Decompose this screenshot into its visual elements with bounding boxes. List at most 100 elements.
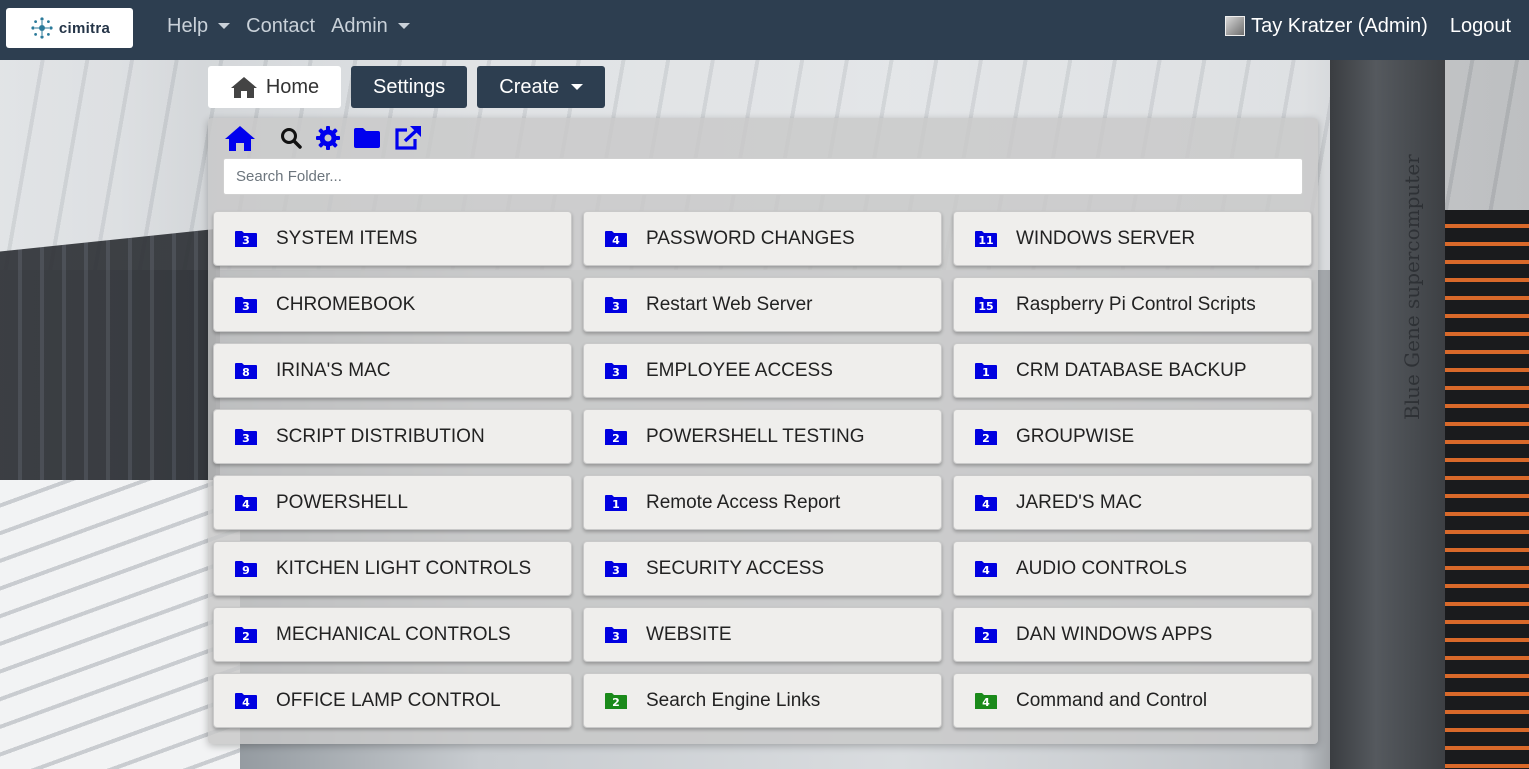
- folder-tile[interactable]: 2 Search Engine Links: [583, 673, 942, 728]
- folder-icon: 15: [974, 296, 998, 314]
- folder-label: AUDIO CONTROLS: [1016, 557, 1188, 579]
- folder-icon: 2: [604, 692, 628, 710]
- home-button[interactable]: Home: [208, 66, 341, 108]
- folder-label: Raspberry Pi Control Scripts: [1016, 293, 1256, 315]
- folder-label: OFFICE LAMP CONTROL: [276, 689, 501, 711]
- folder-tile[interactable]: 3 EMPLOYEE ACCESS: [583, 343, 942, 398]
- folder-tile[interactable]: 4 AUDIO CONTROLS: [953, 541, 1312, 596]
- folder-icon: 3: [604, 626, 628, 644]
- logout-link[interactable]: Logout: [1450, 15, 1511, 38]
- folder-tile[interactable]: 11 WINDOWS SERVER: [953, 211, 1312, 266]
- folder-tile[interactable]: 4 PASSWORD CHANGES: [583, 211, 942, 266]
- folder-item-count: 4: [982, 497, 990, 511]
- nav-contact-link[interactable]: Contact: [246, 15, 315, 38]
- folder-tile[interactable]: 3 CHROMEBOOK: [213, 277, 572, 332]
- folder-item-count: 3: [242, 299, 250, 313]
- folder-label: Restart Web Server: [646, 293, 813, 315]
- user-name: Tay Kratzer (Admin): [1251, 14, 1428, 37]
- folder-tile[interactable]: 8 IRINA'S MAC: [213, 343, 572, 398]
- folder-icon: 3: [234, 428, 258, 446]
- folder-tile[interactable]: 4 Command and Control: [953, 673, 1312, 728]
- background-cables: [1445, 210, 1529, 769]
- folder-label: SYSTEM ITEMS: [276, 227, 418, 249]
- folder-item-count: 2: [612, 431, 620, 445]
- folder-tile[interactable]: 4 OFFICE LAMP CONTROL: [213, 673, 572, 728]
- folder-tile[interactable]: 2 POWERSHELL TESTING: [583, 409, 942, 464]
- cimitra-logo-icon: [31, 17, 53, 39]
- folder-tile[interactable]: 3 SYSTEM ITEMS: [213, 211, 572, 266]
- folder-item-count: 3: [612, 299, 620, 313]
- folder-label: POWERSHELL: [276, 491, 408, 513]
- folder-item-count: 3: [612, 365, 620, 379]
- folder-label: Command and Control: [1016, 689, 1208, 711]
- background-floor: [0, 480, 240, 769]
- folder-item-count: 1: [982, 365, 990, 379]
- folder-tile[interactable]: 15 Raspberry Pi Control Scripts: [953, 277, 1312, 332]
- nav-admin-dropdown[interactable]: Admin: [331, 15, 410, 38]
- folder-label: CRM DATABASE BACKUP: [1016, 359, 1247, 381]
- folder-icon: 4: [974, 494, 998, 512]
- toolbar-home-button[interactable]: [224, 122, 256, 154]
- folder-icon: 11: [974, 230, 998, 248]
- toolbar-folder-button[interactable]: [352, 124, 382, 152]
- folder-item-count: 2: [242, 629, 250, 643]
- brand-name: cimitra: [58, 19, 111, 37]
- folder-tile[interactable]: 3 Restart Web Server: [583, 277, 942, 332]
- search-folder-input[interactable]: [223, 158, 1303, 195]
- folder-label: GROUPWISE: [1016, 425, 1135, 447]
- folder-label: MECHANICAL CONTROLS: [276, 623, 511, 645]
- settings-button[interactable]: Settings: [351, 66, 468, 108]
- folder-tile[interactable]: 1 CRM DATABASE BACKUP: [953, 343, 1312, 398]
- nav-help-label: Help: [167, 14, 209, 37]
- folder-icon: 3: [234, 296, 258, 314]
- folder-icon: 8: [234, 362, 258, 380]
- folder-label: PASSWORD CHANGES: [646, 227, 855, 249]
- folder-icon: 9: [234, 560, 258, 578]
- folder-item-count: 4: [612, 233, 620, 247]
- folder-grid: 3 SYSTEM ITEMS 4 PASSWORD CHANGES 11 WINDOWS …: [213, 211, 1312, 728]
- folder-item-count: 4: [242, 695, 250, 709]
- folder-item-count: 3: [612, 563, 620, 577]
- folder-icon: [354, 128, 380, 148]
- folder-icon: 1: [974, 362, 998, 380]
- top-navbar: cimitra Help Contact Admin Tay Kratzer (…: [0, 0, 1529, 60]
- folder-icon: 2: [234, 626, 258, 644]
- folder-tile[interactable]: 3 SECURITY ACCESS: [583, 541, 942, 596]
- folder-item-count: 11: [978, 233, 994, 247]
- toolbar-search-button[interactable]: [278, 125, 304, 151]
- folder-item-count: 2: [612, 695, 620, 709]
- folder-label: SCRIPT DISTRIBUTION: [276, 425, 485, 447]
- create-button-label: Create: [499, 75, 560, 98]
- folder-icon: 3: [234, 230, 258, 248]
- folder-label: DAN WINDOWS APPS: [1016, 623, 1213, 645]
- folder-tile[interactable]: 2 GROUPWISE: [953, 409, 1312, 464]
- folder-item-count: 15: [978, 299, 994, 313]
- folder-tile[interactable]: 2 MECHANICAL CONTROLS: [213, 607, 572, 662]
- folder-panel: 3 SYSTEM ITEMS 4 PASSWORD CHANGES 11 WINDOWS …: [208, 118, 1318, 744]
- chevron-down-icon: [397, 23, 410, 29]
- folder-label: WEBSITE: [646, 623, 732, 645]
- brand-logo-button[interactable]: cimitra: [6, 8, 133, 48]
- toolbar-external-link-button[interactable]: [392, 124, 424, 152]
- folder-icon: 3: [604, 296, 628, 314]
- folder-item-count: 2: [982, 431, 990, 445]
- folder-tile[interactable]: 1 Remote Access Report: [583, 475, 942, 530]
- folder-tile[interactable]: 3 WEBSITE: [583, 607, 942, 662]
- folder-label: CHROMEBOOK: [276, 293, 416, 315]
- folder-tile[interactable]: 3 SCRIPT DISTRIBUTION: [213, 409, 572, 464]
- nav-contact-label: Contact: [246, 14, 316, 37]
- user-profile-link[interactable]: Tay Kratzer (Admin): [1225, 15, 1428, 38]
- chevron-down-icon: [571, 84, 584, 90]
- toolbar-settings-button[interactable]: [314, 124, 342, 152]
- folder-tile[interactable]: 4 JARED'S MAC: [953, 475, 1312, 530]
- folder-item-count: 9: [242, 563, 250, 577]
- folder-tile[interactable]: 9 KITCHEN LIGHT CONTROLS: [213, 541, 572, 596]
- create-dropdown-button[interactable]: Create: [477, 66, 606, 108]
- nav-help-dropdown[interactable]: Help: [167, 14, 231, 38]
- folder-tile[interactable]: 2 DAN WINDOWS APPS: [953, 607, 1312, 662]
- folder-item-count: 8: [242, 365, 250, 379]
- folder-tile[interactable]: 4 POWERSHELL: [213, 475, 572, 530]
- folder-label: WINDOWS SERVER: [1016, 227, 1196, 249]
- folder-icon: 2: [604, 428, 628, 446]
- folder-label: Search Engine Links: [646, 689, 821, 711]
